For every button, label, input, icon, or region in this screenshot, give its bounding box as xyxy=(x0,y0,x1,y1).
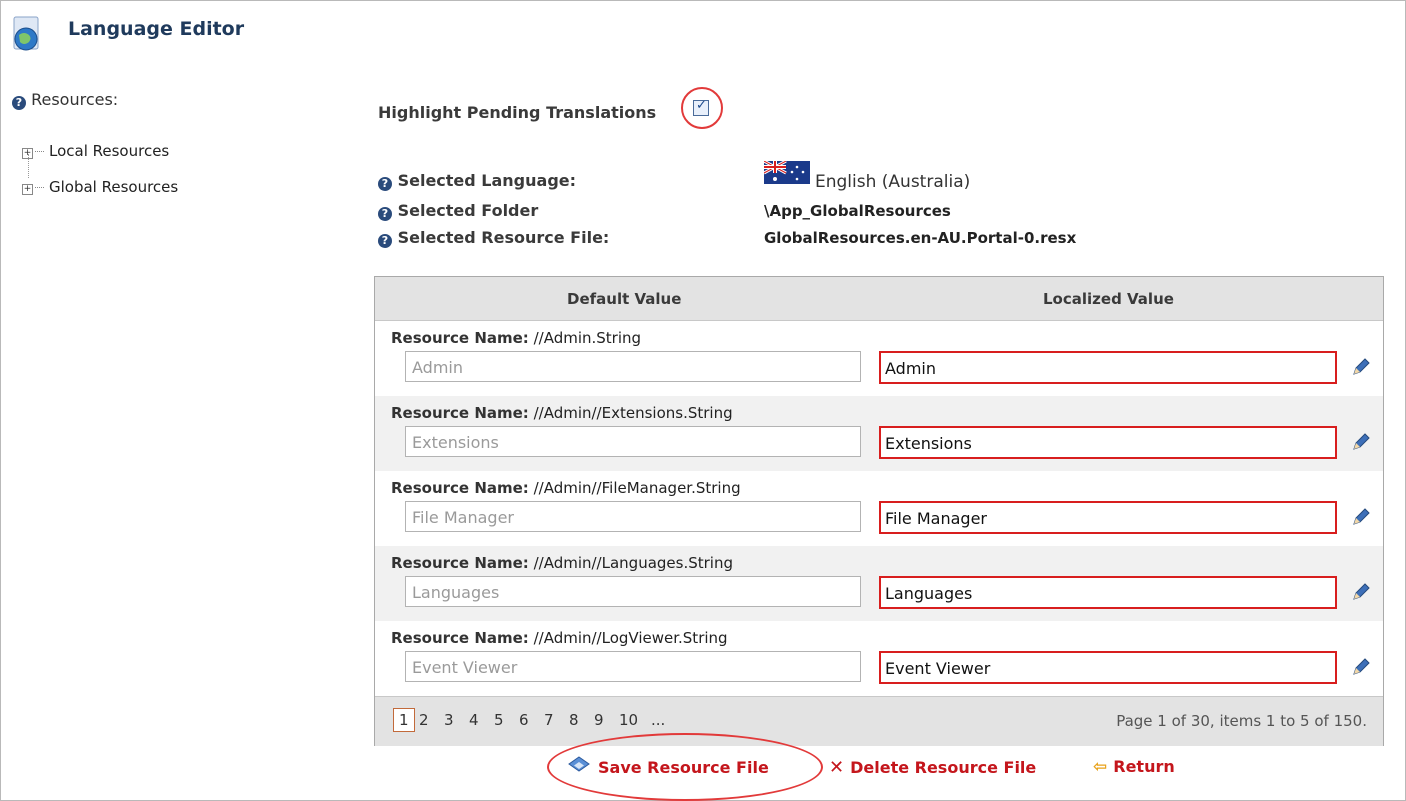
pager-page-9[interactable]: 9 xyxy=(594,711,604,729)
edit-pencil-icon[interactable] xyxy=(1351,507,1371,527)
localized-value-field[interactable]: Languages xyxy=(879,576,1337,609)
selected-language-label-text: Selected Language: xyxy=(397,171,577,190)
page-title: Language Editor xyxy=(68,18,245,40)
resources-label-text: Resources: xyxy=(31,90,119,109)
help-icon[interactable]: ? xyxy=(378,207,392,221)
table-row: Resource Name: //Admin//Languages.String… xyxy=(375,546,1383,621)
highlight-pending-label: Highlight Pending Translations xyxy=(378,103,657,122)
tree-connector xyxy=(28,154,29,178)
localized-value-field[interactable]: Extensions xyxy=(879,426,1337,459)
save-icon xyxy=(568,756,590,772)
default-value-field: File Manager xyxy=(405,501,861,532)
save-resource-file-button[interactable]: Save Resource File xyxy=(568,756,769,777)
grid-header: Default Value Localized Value xyxy=(375,277,1383,321)
help-icon[interactable]: ? xyxy=(12,96,26,110)
localized-value-field[interactable]: Event Viewer xyxy=(879,651,1337,684)
pager-page-6[interactable]: 6 xyxy=(519,711,529,729)
save-resource-file-label: Save Resource File xyxy=(598,758,769,777)
table-row: Resource Name: //Admin.String Admin Admi… xyxy=(375,321,1383,396)
selected-resource-file-label-text: Selected Resource File: xyxy=(397,228,610,247)
pager-more[interactable]: ... xyxy=(651,711,665,729)
table-row: Resource Name: //Admin//Extensions.Strin… xyxy=(375,396,1383,471)
highlight-pending-checkbox[interactable]: ✓ xyxy=(693,98,709,116)
expand-icon[interactable]: + xyxy=(22,184,33,195)
resource-name: Resource Name: //Admin.String xyxy=(391,329,642,347)
resource-name: Resource Name: //Admin//FileManager.Stri… xyxy=(391,479,741,497)
resources-grid: Default Value Localized Value Resource N… xyxy=(374,276,1384,746)
pager-info: Page 1 of 30, items 1 to 5 of 150. xyxy=(1116,712,1367,730)
tree-item-local-resources[interactable]: + Local Resources xyxy=(22,142,169,160)
check-icon: ✓ xyxy=(696,98,707,113)
tree-item-label: Global Resources xyxy=(49,178,179,196)
pager-page-10[interactable]: 10 xyxy=(619,711,638,729)
return-button[interactable]: ⇦ Return xyxy=(1093,757,1175,777)
localized-value-field[interactable]: File Manager xyxy=(879,501,1337,534)
selected-language-value: English (Australia) xyxy=(815,172,971,192)
help-icon[interactable]: ? xyxy=(378,234,392,248)
table-row: Resource Name: //Admin//LogViewer.String… xyxy=(375,621,1383,696)
pager-page-4[interactable]: 4 xyxy=(469,711,479,729)
column-header-default-value[interactable]: Default Value xyxy=(567,290,681,308)
resource-name: Resource Name: //Admin//Extensions.Strin… xyxy=(391,404,733,422)
column-header-localized-value[interactable]: Localized Value xyxy=(1043,290,1174,308)
tree-item-global-resources[interactable]: + Global Resources xyxy=(22,178,178,196)
pager-page-2[interactable]: 2 xyxy=(419,711,429,729)
edit-pencil-icon[interactable] xyxy=(1351,432,1371,452)
resource-name: Resource Name: //Admin//LogViewer.String xyxy=(391,629,728,647)
help-icon[interactable]: ? xyxy=(378,177,392,191)
delete-x-icon: ✕ xyxy=(829,757,845,778)
default-value-field: Languages xyxy=(405,576,861,607)
resources-label: ? Resources: xyxy=(12,90,118,110)
selected-resource-file-value: GlobalResources.en-AU.Portal-0.resx xyxy=(764,229,1077,247)
pager-page-8[interactable]: 8 xyxy=(569,711,579,729)
australia-flag-icon xyxy=(764,161,810,184)
default-value-field: Extensions xyxy=(405,426,861,457)
localized-value-field[interactable]: Admin xyxy=(879,351,1337,384)
edit-pencil-icon[interactable] xyxy=(1351,357,1371,377)
table-row: Resource Name: //Admin//FileManager.Stri… xyxy=(375,471,1383,546)
resource-name: Resource Name: //Admin//Languages.String xyxy=(391,554,733,572)
delete-resource-file-button[interactable]: ✕ Delete Resource File xyxy=(829,757,1036,778)
return-label: Return xyxy=(1113,757,1175,776)
language-editor-icon xyxy=(13,16,39,51)
pager-page-3[interactable]: 3 xyxy=(444,711,454,729)
grid-pager: 1 2 3 4 5 6 7 8 9 10 ... Page 1 of 30, i… xyxy=(375,696,1383,746)
selected-folder-label-text: Selected Folder xyxy=(397,201,539,220)
pager-page-7[interactable]: 7 xyxy=(544,711,554,729)
edit-pencil-icon[interactable] xyxy=(1351,657,1371,677)
edit-pencil-icon[interactable] xyxy=(1351,582,1371,602)
selected-folder-value: \App_GlobalResources xyxy=(764,202,951,220)
default-value-field: Admin xyxy=(405,351,861,382)
tree-item-label: Local Resources xyxy=(49,142,170,160)
default-value-field: Event Viewer xyxy=(405,651,861,682)
pager-page-5[interactable]: 5 xyxy=(494,711,504,729)
return-arrow-icon: ⇦ xyxy=(1093,757,1108,777)
pager-page-1[interactable]: 1 xyxy=(393,708,415,732)
delete-resource-file-label: Delete Resource File xyxy=(850,758,1037,777)
selected-language-label: ? Selected Language: xyxy=(378,171,576,191)
selected-resource-file-label: ? Selected Resource File: xyxy=(378,228,609,248)
selected-folder-label: ? Selected Folder xyxy=(378,201,538,221)
